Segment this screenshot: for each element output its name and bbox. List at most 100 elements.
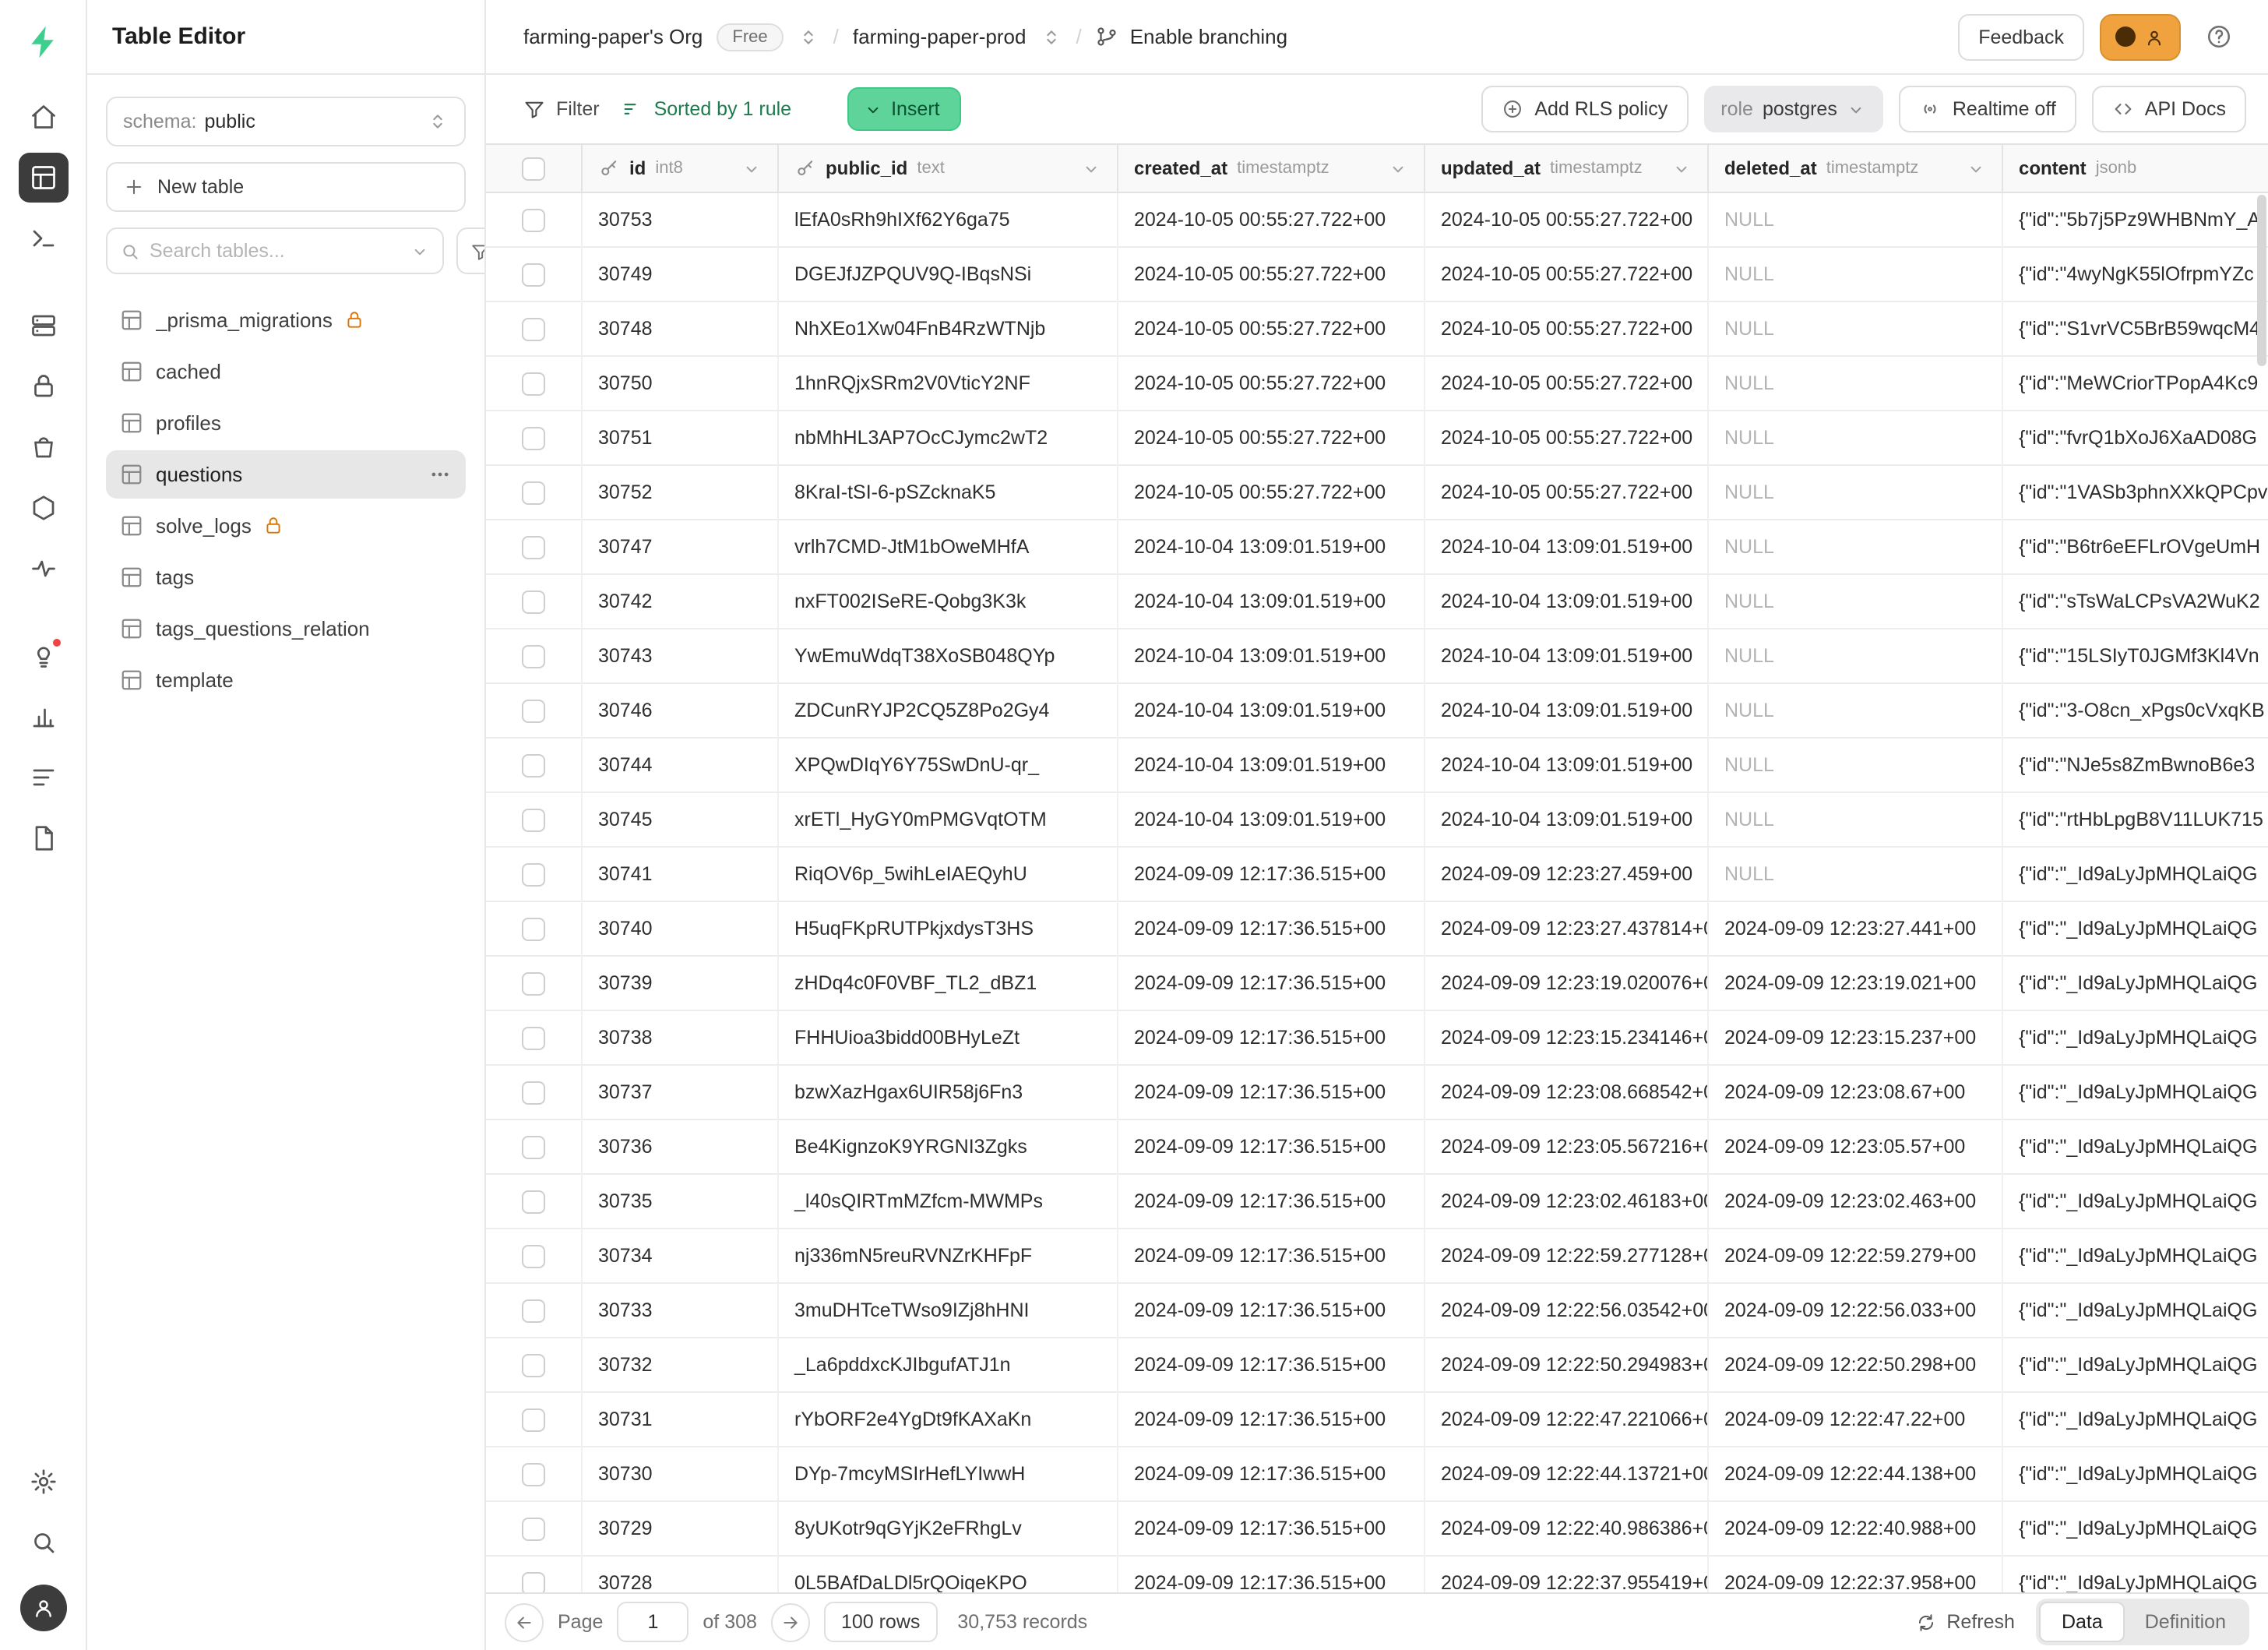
cell-updated_at[interactable]: 2024-09-09 12:22:40.986386+00 (1425, 1502, 1709, 1555)
cell-content[interactable]: {"id":"3-O8cn_xPgs0cVxqKB (2003, 684, 2268, 737)
nav-table-editor-icon[interactable] (18, 153, 68, 203)
cell-created_at[interactable]: 2024-09-09 12:17:36.515+00 (1118, 902, 1425, 955)
cell-content[interactable]: {"id":"_Id9aLyJpMHQLaiQG (2003, 1393, 2268, 1446)
chevron-down-icon[interactable] (741, 158, 762, 178)
table-row[interactable]: 30743YwEmuWdqT38XoSB048QYp2024-10-04 13:… (486, 629, 2268, 684)
cell-created_at[interactable]: 2024-10-05 00:55:27.722+00 (1118, 248, 1425, 301)
tab-definition[interactable]: Definition (2125, 1602, 2246, 1642)
row-checkbox[interactable] (522, 699, 545, 722)
cell-content[interactable]: {"id":"B6tr6eEFLrOVgeUmH (2003, 520, 2268, 573)
cell-content[interactable]: {"id":"5b7j5Pz9WHBNmY_A (2003, 193, 2268, 246)
cell-content[interactable]: {"id":"_Id9aLyJpMHQLaiQG (2003, 902, 2268, 955)
cell-public_id[interactable]: nbMhHL3AP7OcCJymc2wT2 (779, 411, 1118, 464)
cell-created_at[interactable]: 2024-09-09 12:17:36.515+00 (1118, 848, 1425, 901)
column-header-id[interactable]: id int8 (583, 145, 779, 192)
cell-public_id[interactable]: _La6pddxcKJIbgufATJ1n (779, 1338, 1118, 1391)
cell-deleted_at[interactable]: NULL (1709, 411, 2003, 464)
cell-updated_at[interactable]: 2024-10-05 00:55:27.722+00 (1425, 466, 1709, 519)
nav-database-icon[interactable] (18, 301, 68, 351)
cell-content[interactable]: {"id":"_Id9aLyJpMHQLaiQG (2003, 1502, 2268, 1555)
cell-id[interactable]: 30744 (583, 739, 779, 792)
row-checkbox[interactable] (522, 1190, 545, 1213)
table-row[interactable]: 307280L5BAfDaLDl5rQOiqeKPO2024-09-09 12:… (486, 1557, 2268, 1592)
cell-created_at[interactable]: 2024-09-09 12:17:36.515+00 (1118, 1502, 1425, 1555)
sidebar-table-tags_questions_relation[interactable]: tags_questions_relation (106, 605, 466, 653)
row-checkbox[interactable] (522, 535, 545, 559)
cell-id[interactable]: 30734 (583, 1229, 779, 1282)
row-checkbox[interactable] (522, 481, 545, 504)
cell-created_at[interactable]: 2024-09-09 12:17:36.515+00 (1118, 957, 1425, 1010)
table-row[interactable]: 30748NhXEo1Xw04FnB4RzWTNjb2024-10-05 00:… (486, 302, 2268, 357)
cell-created_at[interactable]: 2024-09-09 12:17:36.515+00 (1118, 1447, 1425, 1500)
nav-realtime-icon[interactable] (18, 544, 68, 594)
cell-id[interactable]: 30752 (583, 466, 779, 519)
cell-deleted_at[interactable]: 2024-09-09 12:23:15.237+00 (1709, 1011, 2003, 1064)
row-checkbox[interactable] (522, 1408, 545, 1431)
row-checkbox[interactable] (522, 1026, 545, 1049)
cell-created_at[interactable]: 2024-09-09 12:17:36.515+00 (1118, 1229, 1425, 1282)
refresh-button[interactable]: Refresh (1915, 1611, 2015, 1633)
cell-deleted_at[interactable]: NULL (1709, 848, 2003, 901)
cell-created_at[interactable]: 2024-10-05 00:55:27.722+00 (1118, 411, 1425, 464)
sidebar-table-tags[interactable]: tags (106, 553, 466, 601)
table-row[interactable]: 30753lEfA0sRh9hIXf62Y6ga752024-10-05 00:… (486, 193, 2268, 248)
cell-content[interactable]: {"id":"_Id9aLyJpMHQLaiQG (2003, 1066, 2268, 1119)
row-checkbox[interactable] (522, 917, 545, 940)
feedback-button[interactable]: Feedback (1958, 13, 2084, 60)
vertical-scrollbar[interactable] (2257, 195, 2266, 1589)
chevron-down-icon[interactable] (1081, 158, 1101, 178)
search-tables-input[interactable] (150, 240, 400, 262)
nav-api-docs-icon[interactable] (18, 813, 68, 863)
column-header-created_at[interactable]: created_at timestamptz (1118, 145, 1425, 192)
cell-id[interactable]: 30728 (583, 1557, 779, 1592)
usage-alert-button[interactable] (2100, 13, 2181, 60)
cell-updated_at[interactable]: 2024-09-09 12:23:15.234146+00 (1425, 1011, 1709, 1064)
cell-created_at[interactable]: 2024-10-04 13:09:01.519+00 (1118, 739, 1425, 792)
cell-id[interactable]: 30738 (583, 1011, 779, 1064)
row-checkbox[interactable] (522, 1299, 545, 1322)
cell-updated_at[interactable]: 2024-10-05 00:55:27.722+00 (1425, 411, 1709, 464)
cell-deleted_at[interactable]: NULL (1709, 684, 2003, 737)
table-row[interactable]: 30736Be4KignzoK9YRGNI3Zgks2024-09-09 12:… (486, 1120, 2268, 1175)
sidebar-table-profiles[interactable]: profiles (106, 399, 466, 447)
nav-reports-icon[interactable] (18, 692, 68, 742)
row-checkbox[interactable] (522, 753, 545, 777)
select-all-checkbox[interactable] (522, 157, 545, 180)
cell-updated_at[interactable]: 2024-09-09 12:23:02.46183+00 (1425, 1175, 1709, 1228)
cell-updated_at[interactable]: 2024-09-09 12:23:27.437814+00 (1425, 902, 1709, 955)
row-checkbox[interactable] (522, 590, 545, 613)
table-row[interactable]: 307501hnRQjxSRm2V0VticY2NF2024-10-05 00:… (486, 357, 2268, 411)
cell-updated_at[interactable]: 2024-09-09 12:22:47.221066+00 (1425, 1393, 1709, 1446)
cell-public_id[interactable]: nxFT002ISeRE-Qobg3K3k (779, 575, 1118, 628)
cell-public_id[interactable]: 1hnRQjxSRm2V0VticY2NF (779, 357, 1118, 410)
cell-id[interactable]: 30745 (583, 793, 779, 846)
nav-home-icon[interactable] (18, 92, 68, 142)
row-checkbox[interactable] (522, 644, 545, 668)
row-checkbox[interactable] (522, 1353, 545, 1377)
cell-public_id[interactable]: H5uqFKpRUTPkjxdysT3HS (779, 902, 1118, 955)
cell-created_at[interactable]: 2024-10-04 13:09:01.519+00 (1118, 684, 1425, 737)
sidebar-table-_prisma_migrations[interactable]: _prisma_migrations (106, 296, 466, 344)
table-row[interactable]: 30740H5uqFKpRUTPkjxdysT3HS2024-09-09 12:… (486, 902, 2268, 957)
next-page-button[interactable] (771, 1602, 810, 1641)
table-row[interactable]: 30730DYp-7mcyMSIrHefLYIwwH2024-09-09 12:… (486, 1447, 2268, 1502)
cell-updated_at[interactable]: 2024-10-04 13:09:01.519+00 (1425, 739, 1709, 792)
table-row[interactable]: 30749DGEJfJZPQUV9Q-IBqsNSi2024-10-05 00:… (486, 248, 2268, 302)
row-checkbox[interactable] (522, 426, 545, 450)
project-switcher-icon[interactable] (1040, 26, 1062, 48)
row-checkbox[interactable] (522, 317, 545, 340)
cell-public_id[interactable]: zHDq4c0F0VBF_TL2_dBZ1 (779, 957, 1118, 1010)
cell-public_id[interactable]: FHHUioa3bidd00BHyLeZt (779, 1011, 1118, 1064)
table-row[interactable]: 30742nxFT002ISeRE-Qobg3K3k2024-10-04 13:… (486, 575, 2268, 629)
nav-advisors-icon[interactable] (18, 631, 68, 681)
table-row[interactable]: 30732_La6pddxcKJIbgufATJ1n2024-09-09 12:… (486, 1338, 2268, 1393)
table-row[interactable]: 30734nj336mN5reuRVNZrKHFpF2024-09-09 12:… (486, 1229, 2268, 1284)
cell-updated_at[interactable]: 2024-10-05 00:55:27.722+00 (1425, 248, 1709, 301)
row-checkbox[interactable] (522, 1244, 545, 1267)
cell-deleted_at[interactable]: NULL (1709, 520, 2003, 573)
sidebar-table-template[interactable]: template (106, 656, 466, 704)
cell-id[interactable]: 30740 (583, 902, 779, 955)
user-avatar[interactable] (19, 1585, 66, 1631)
cell-created_at[interactable]: 2024-10-05 00:55:27.722+00 (1118, 302, 1425, 355)
cell-updated_at[interactable]: 2024-09-09 12:23:08.668542+00 (1425, 1066, 1709, 1119)
